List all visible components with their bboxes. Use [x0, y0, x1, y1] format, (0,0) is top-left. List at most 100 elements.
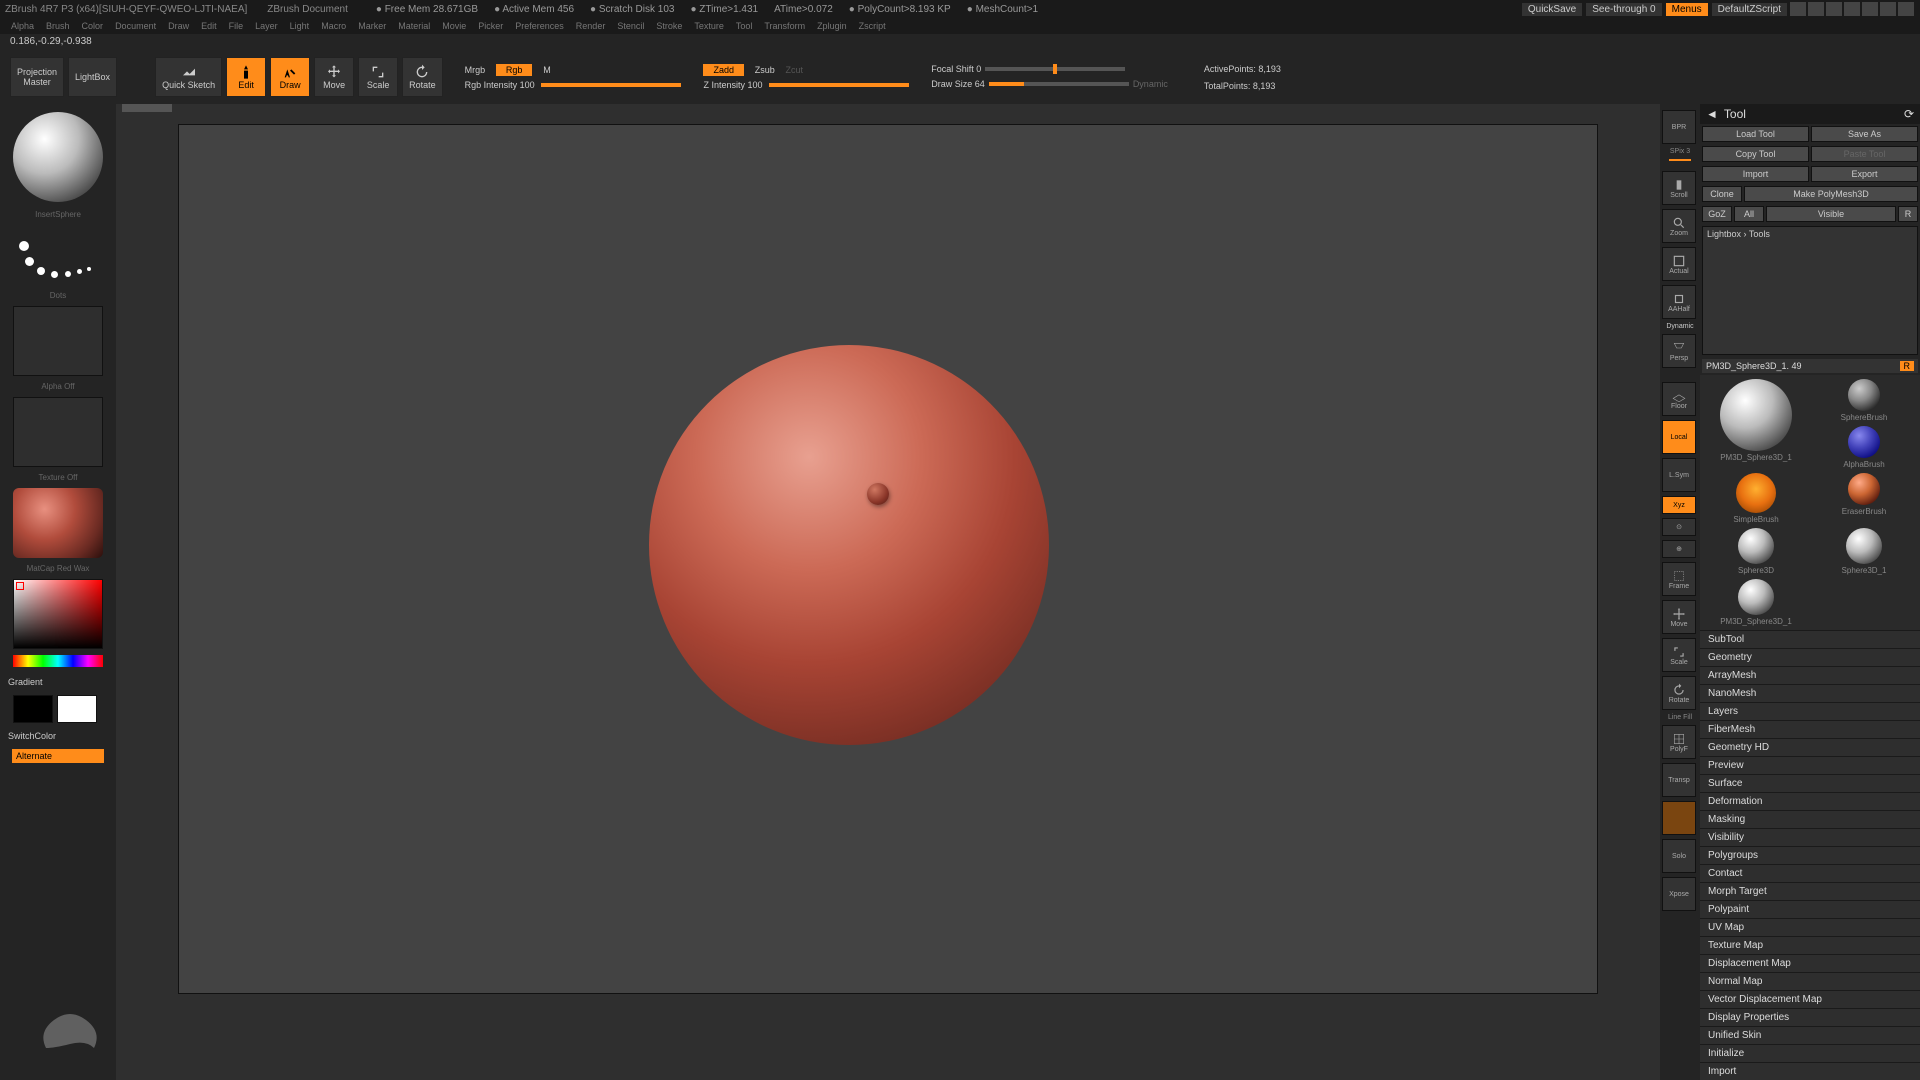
menu-draw[interactable]: Draw [168, 21, 189, 31]
menu-transform[interactable]: Transform [764, 21, 805, 31]
goz-visible-button[interactable]: Visible [1766, 206, 1896, 222]
window-icon-4[interactable] [1844, 2, 1860, 16]
goz-button[interactable]: GoZ [1702, 206, 1732, 222]
section-vectordisplacement[interactable]: Vector Displacement Map [1700, 990, 1920, 1008]
tool-eraserbrush[interactable]: EraserBrush [1812, 473, 1916, 524]
section-arraymesh[interactable]: ArrayMesh [1700, 666, 1920, 684]
menu-render[interactable]: Render [576, 21, 606, 31]
edit-mode-button[interactable]: Edit [226, 57, 266, 97]
z-intensity-slider[interactable] [769, 83, 909, 87]
menu-texture[interactable]: Texture [694, 21, 724, 31]
document-canvas[interactable] [178, 124, 1598, 994]
menu-tool[interactable]: Tool [736, 21, 753, 31]
quick-sketch-button[interactable]: Quick Sketch [155, 57, 222, 97]
window-icon-1[interactable] [1790, 2, 1806, 16]
focal-shift-slider[interactable] [985, 67, 1125, 71]
doc-tab[interactable] [122, 104, 172, 112]
brush-preview[interactable] [13, 112, 103, 202]
rgb-intensity-slider[interactable] [541, 83, 681, 87]
section-surface[interactable]: Surface [1700, 774, 1920, 792]
menu-movie[interactable]: Movie [442, 21, 466, 31]
section-uvmap[interactable]: UV Map [1700, 918, 1920, 936]
m-button[interactable]: M [543, 65, 551, 75]
lightbox-button[interactable]: LightBox [68, 57, 117, 97]
menu-stroke[interactable]: Stroke [656, 21, 682, 31]
section-unifiedskin[interactable]: Unified Skin [1700, 1026, 1920, 1044]
section-import[interactable]: Import [1700, 1062, 1920, 1080]
draw-size-slider[interactable] [989, 82, 1129, 86]
menu-macro[interactable]: Macro [321, 21, 346, 31]
section-polygroups[interactable]: Polygroups [1700, 846, 1920, 864]
seethrough-slider[interactable]: See-through 0 [1586, 3, 1661, 16]
mrgb-button[interactable]: Mrgb [465, 65, 486, 75]
linefill-label[interactable]: Line Fill [1662, 714, 1698, 721]
make-polymesh-button[interactable]: Make PolyMesh3D [1744, 186, 1918, 202]
tool-pm3d-2[interactable]: PM3D_Sphere3D_1 [1704, 579, 1808, 626]
section-fibermesh[interactable]: FiberMesh [1700, 720, 1920, 738]
maximize-icon[interactable] [1880, 2, 1896, 16]
floor-button[interactable]: Floor [1662, 382, 1696, 416]
zcut-button[interactable]: Zcut [786, 65, 804, 75]
menu-zplugin[interactable]: Zplugin [817, 21, 847, 31]
nav-scale-button[interactable]: Scale [1662, 638, 1696, 672]
menu-light[interactable]: Light [290, 21, 310, 31]
window-icon-3[interactable] [1826, 2, 1842, 16]
import-button[interactable]: Import [1702, 166, 1809, 182]
zoom-button[interactable]: Zoom [1662, 209, 1696, 243]
lightbox-tools-button[interactable]: Lightbox › Tools [1702, 226, 1918, 355]
minimize-icon[interactable] [1862, 2, 1878, 16]
section-displacementmap[interactable]: Displacement Map [1700, 954, 1920, 972]
polyf-button[interactable]: PolyF [1662, 725, 1696, 759]
section-preview[interactable]: Preview [1700, 756, 1920, 774]
goz-r-button[interactable]: R [1898, 206, 1918, 222]
section-geometry[interactable]: Geometry [1700, 648, 1920, 666]
clone-button[interactable]: Clone [1702, 186, 1742, 202]
menu-alpha[interactable]: Alpha [11, 21, 34, 31]
swatch-black[interactable] [13, 695, 53, 723]
swatch-white[interactable] [57, 695, 97, 723]
menu-preferences[interactable]: Preferences [515, 21, 564, 31]
section-deformation[interactable]: Deformation [1700, 792, 1920, 810]
dynamic-label[interactable]: Dynamic [1133, 79, 1168, 89]
default-script[interactable]: DefaultZScript [1712, 3, 1787, 16]
section-displayproperties[interactable]: Display Properties [1700, 1008, 1920, 1026]
section-texturemap[interactable]: Texture Map [1700, 936, 1920, 954]
switchcolor-button[interactable]: SwitchColor [4, 729, 112, 743]
goz-all-button[interactable]: All [1734, 206, 1764, 222]
nav-rotate-button[interactable]: Rotate [1662, 676, 1696, 710]
window-icon-2[interactable] [1808, 2, 1824, 16]
scroll-button[interactable]: Scroll [1662, 171, 1696, 205]
load-tool-button[interactable]: Load Tool [1702, 126, 1809, 142]
color-picker[interactable] [13, 579, 103, 649]
section-morphtarget[interactable]: Morph Target [1700, 882, 1920, 900]
close-icon[interactable] [1898, 2, 1914, 16]
menus-button[interactable]: Menus [1666, 3, 1708, 16]
bpr-button[interactable]: BPR [1662, 110, 1696, 144]
material-preview[interactable] [13, 488, 103, 558]
menu-document[interactable]: Document [115, 21, 156, 31]
menu-picker[interactable]: Picker [478, 21, 503, 31]
quicksave-button[interactable]: QuickSave [1522, 3, 1582, 16]
menu-brush[interactable]: Brush [46, 21, 70, 31]
ghost-button[interactable] [1662, 801, 1696, 835]
xpose-button[interactable]: Xpose [1662, 877, 1696, 911]
projection-master-button[interactable]: Projection Master [10, 57, 64, 97]
current-tool-name[interactable]: PM3D_Sphere3D_1. 49R [1702, 359, 1918, 373]
menu-edit[interactable]: Edit [201, 21, 217, 31]
tool-spherebrush[interactable]: SphereBrushAlphaBrush [1812, 379, 1916, 469]
move-mode-button[interactable]: Move [314, 57, 354, 97]
focal-shift-label[interactable]: Focal Shift 0 [931, 64, 981, 74]
menu-stencil[interactable]: Stencil [617, 21, 644, 31]
section-layers[interactable]: Layers [1700, 702, 1920, 720]
zsub-button[interactable]: Zsub [755, 65, 775, 75]
section-initialize[interactable]: Initialize [1700, 1044, 1920, 1062]
transp-button[interactable]: Transp [1662, 763, 1696, 797]
z-intensity-label[interactable]: Z Intensity 100 [703, 80, 762, 90]
nav-d1[interactable]: ⊙ [1662, 518, 1696, 536]
zadd-button[interactable]: Zadd [703, 64, 744, 76]
export-button[interactable]: Export [1811, 166, 1918, 182]
draw-size-label[interactable]: Draw Size 64 [931, 79, 985, 89]
save-as-button[interactable]: Save As [1811, 126, 1918, 142]
gradient-button[interactable]: Gradient [4, 675, 112, 689]
scale-mode-button[interactable]: Scale [358, 57, 398, 97]
